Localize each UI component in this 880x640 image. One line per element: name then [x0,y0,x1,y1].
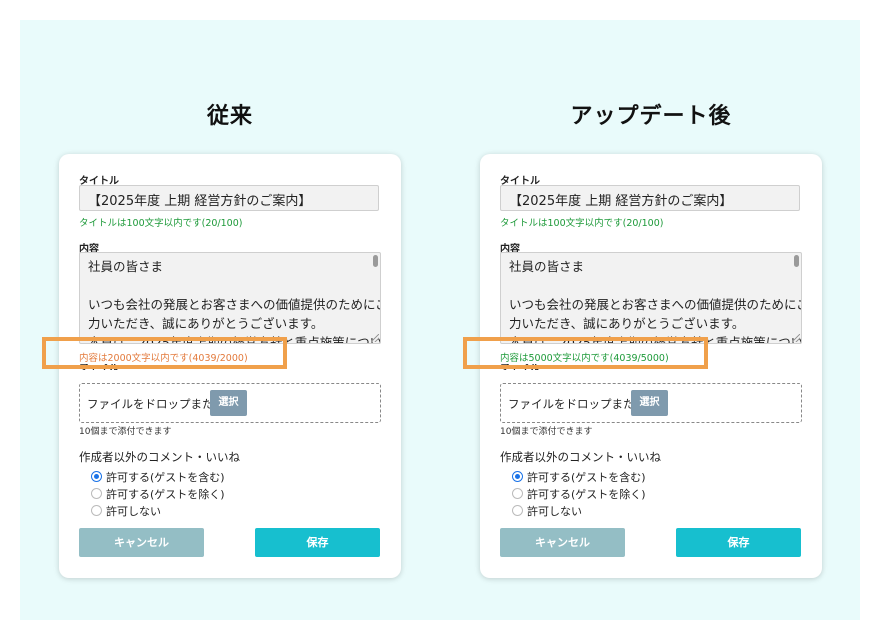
file-limit-note: 10個まで添付できます [79,427,172,437]
content-line [88,276,366,295]
comment-section-label: 作成者以外のコメント・いいね [500,450,661,464]
radio-checked-icon[interactable] [512,471,523,482]
comment-section-label: 作成者以外のコメント・いいね [79,450,240,464]
radio-unchecked-icon[interactable] [512,505,523,516]
textarea-scrollbar[interactable] [373,255,378,339]
radio-unchecked-icon[interactable] [91,505,102,516]
radio-unchecked-icon[interactable] [91,488,102,499]
textarea-scrollbar[interactable] [794,255,799,339]
resize-grip-icon[interactable] [792,334,800,342]
radio-label: 許可しない [527,505,582,518]
cancel-button[interactable]: キャンセル [79,528,204,557]
resize-grip-icon[interactable] [371,334,379,342]
radio-label: 許可する(ゲストを含む) [527,471,646,484]
select-file-button[interactable]: 選択 [210,390,247,416]
panel-heading-after: アップデート後 [570,104,732,129]
radio-label: 許可しない [106,505,161,518]
content-line: 力いただき、誠にありがとうございます。 [88,316,324,331]
title-hint: タイトルは100文字以内です(20/100) [79,218,243,229]
scrollbar-thumb[interactable] [373,255,378,267]
content-line: 社員の皆さま [88,259,164,274]
save-button[interactable]: 保存 [676,528,801,557]
radio-unchecked-icon[interactable] [512,488,523,499]
content-textarea[interactable]: 社員の皆さま いつも会社の発展とお客さまへの価値提供のためにご尽 力いただき、誠… [79,252,381,344]
panel-heading-before: 従来 [206,104,253,129]
radio-label: 許可する(ゲストを除く) [527,488,646,501]
title-input[interactable]: 【2025年度 上期 経営方針のご案内】 [79,185,379,211]
file-dropzone[interactable]: ファイルをドロップまたは 選択 [79,383,381,423]
scrollbar-thumb[interactable] [794,255,799,267]
content-textarea[interactable]: 社員の皆さま いつも会社の発展とお客さまへの価値提供のためにご尽 力いただき、誠… [500,252,802,344]
cancel-button[interactable]: キャンセル [500,528,625,557]
radio-label: 許可する(ゲストを除く) [106,488,225,501]
title-hint: タイトルは100文字以内です(20/100) [500,218,664,229]
highlight-frame-before [42,337,287,369]
dropzone-text: ファイルをドロップまたは [87,397,225,411]
content-line [509,276,787,295]
radio-checked-icon[interactable] [91,471,102,482]
highlight-frame-after [463,337,708,369]
dropzone-text: ファイルをドロップまたは [508,397,646,411]
content-line: 社員の皆さま [509,259,585,274]
radio-label: 許可する(ゲストを含む) [106,471,225,484]
title-input[interactable]: 【2025年度 上期 経営方針のご案内】 [500,185,800,211]
file-dropzone[interactable]: ファイルをドロップまたは 選択 [500,383,802,423]
file-limit-note: 10個まで添付できます [500,427,593,437]
content-line: いつも会社の発展とお客さまへの価値提供のためにご尽 [509,297,802,312]
save-button[interactable]: 保存 [255,528,380,557]
content-line: 力いただき、誠にありがとうございます。 [509,316,745,331]
content-line: いつも会社の発展とお客さまへの価値提供のためにご尽 [88,297,381,312]
comparison-canvas: 従来 タイトル 【2025年度 上期 経営方針のご案内】 タイトルは100文字以… [20,20,860,620]
select-file-button[interactable]: 選択 [631,390,668,416]
